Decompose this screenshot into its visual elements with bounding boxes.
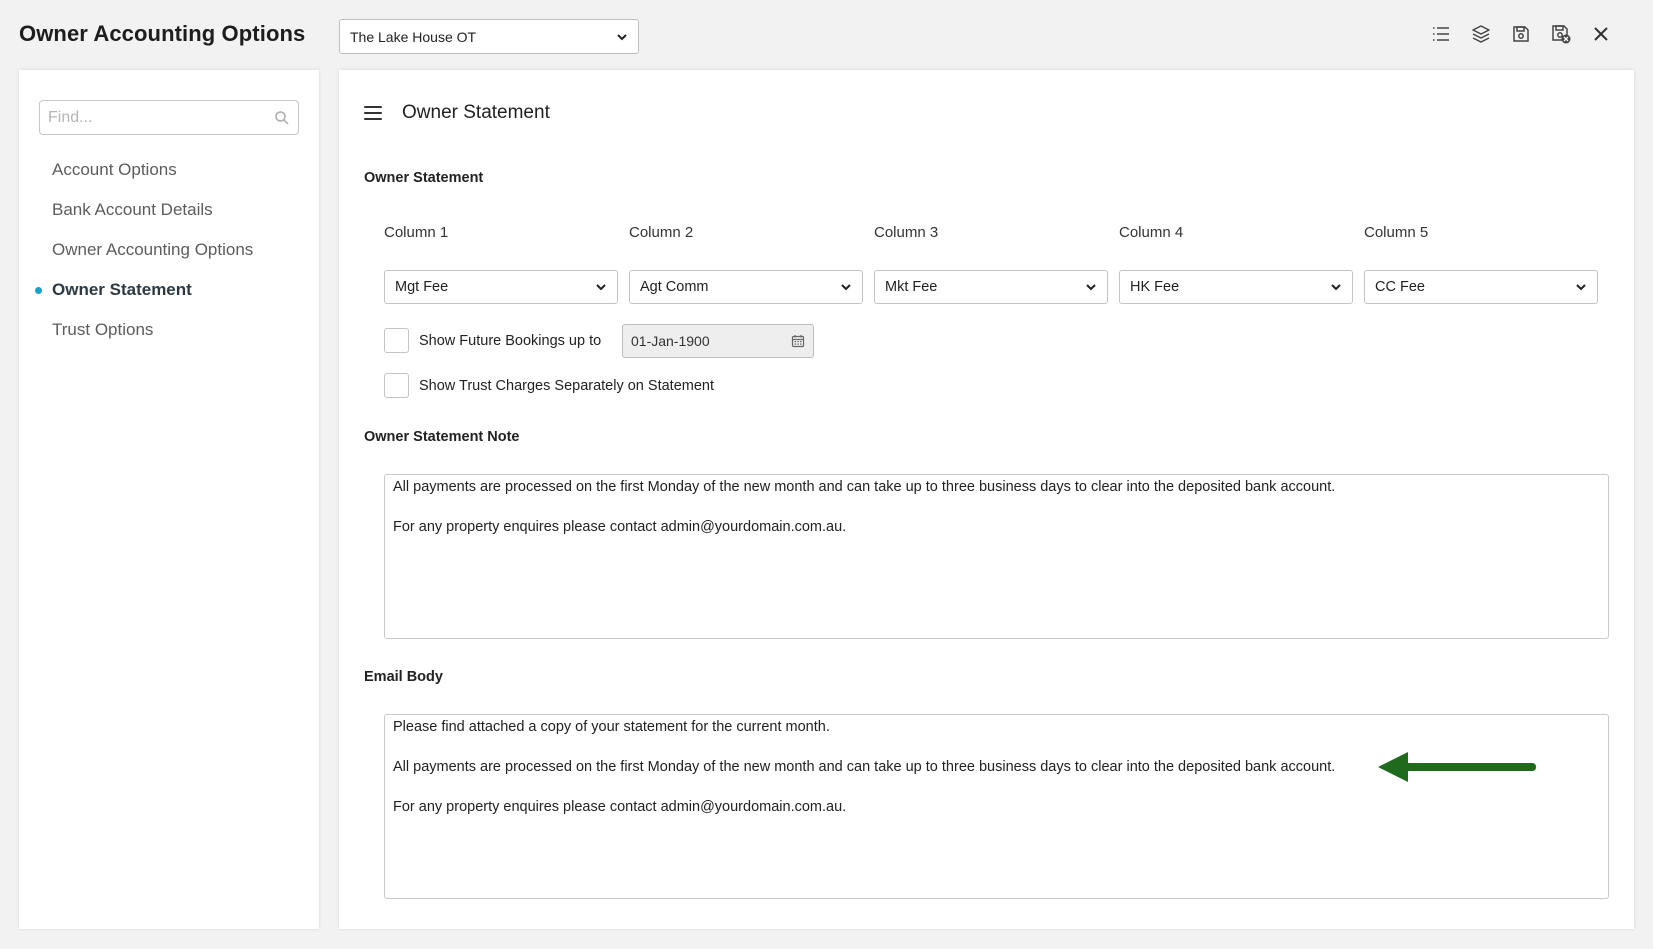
- sidebar-item-owner-accounting-options[interactable]: Owner Accounting Options: [19, 230, 319, 270]
- column-2-select[interactable]: Agt Comm: [629, 270, 863, 304]
- save-icon[interactable]: [1509, 22, 1533, 46]
- future-bookings-checkbox[interactable]: [384, 328, 409, 353]
- chevron-down-icon: [1576, 284, 1586, 291]
- section-label-owner-statement: Owner Statement: [364, 170, 484, 186]
- panel-header: Owner Statement: [364, 102, 550, 124]
- calendar-icon[interactable]: [791, 334, 805, 348]
- chevron-down-icon: [841, 284, 851, 291]
- column-2-label: Column 2: [629, 224, 694, 241]
- sidebar-item-bank-account-details[interactable]: Bank Account Details: [19, 190, 319, 230]
- section-label-email-body: Email Body: [364, 669, 443, 685]
- owner-statement-note-textarea[interactable]: All payments are processed on the first …: [384, 474, 1609, 639]
- future-bookings-date-field[interactable]: 01-Jan-1900: [622, 324, 814, 358]
- page-title: Owner Accounting Options: [19, 21, 306, 46]
- column-3-label: Column 3: [874, 224, 939, 241]
- trust-charges-label: Show Trust Charges Separately on Stateme…: [419, 377, 714, 394]
- panel-title: Owner Statement: [402, 102, 550, 123]
- top-bar: Owner Accounting Options The Lake House …: [0, 0, 1653, 70]
- column-5-select[interactable]: CC Fee: [1364, 270, 1598, 304]
- search-box[interactable]: [39, 100, 299, 135]
- trust-charges-checkbox[interactable]: [384, 373, 409, 398]
- hamburger-menu-icon[interactable]: [364, 104, 382, 122]
- chevron-down-icon: [1331, 284, 1341, 291]
- column-4-value: HK Fee: [1130, 279, 1180, 295]
- column-5-value: CC Fee: [1375, 279, 1425, 295]
- email-line: For any property enquires please contact…: [393, 799, 847, 815]
- section-label-owner-statement-note: Owner Statement Note: [364, 429, 520, 445]
- column-5-label: Column 5: [1364, 224, 1429, 241]
- sidebar-item-owner-statement[interactable]: Owner Statement: [19, 270, 319, 310]
- property-select[interactable]: The Lake House OT: [339, 19, 639, 54]
- layers-icon[interactable]: [1469, 22, 1493, 46]
- search-icon: [275, 110, 289, 125]
- future-bookings-date-value: 01-Jan-1900: [631, 333, 710, 349]
- property-select-value: The Lake House OT: [350, 28, 477, 45]
- chevron-down-icon: [1086, 284, 1096, 291]
- sidebar-item-label: Account Options: [52, 160, 177, 179]
- column-4-select[interactable]: HK Fee: [1119, 270, 1353, 304]
- close-icon[interactable]: [1589, 22, 1613, 46]
- column-3-select[interactable]: Mkt Fee: [874, 270, 1108, 304]
- column-1-select[interactable]: Mgt Fee: [384, 270, 618, 304]
- search-input[interactable]: [48, 108, 274, 127]
- column-1-value: Mgt Fee: [395, 279, 449, 295]
- list-icon[interactable]: [1429, 22, 1453, 46]
- email-body-textarea[interactable]: Please find attached a copy of your stat…: [384, 714, 1609, 899]
- sidebar-item-label: Trust Options: [52, 320, 154, 339]
- column-1-label: Column 1: [384, 224, 449, 241]
- save-close-icon[interactable]: [1549, 22, 1573, 46]
- note-line: All payments are processed on the first …: [393, 479, 1336, 495]
- sidebar-item-label: Owner Statement: [52, 280, 192, 299]
- active-indicator-dot: [35, 287, 42, 294]
- sidebar-item-label: Bank Account Details: [52, 200, 213, 219]
- note-line: For any property enquires please contact…: [393, 519, 847, 535]
- sidebar-item-trust-options[interactable]: Trust Options: [19, 310, 319, 350]
- sidebar: Account Options Bank Account Details Own…: [19, 70, 319, 929]
- column-3-value: Mkt Fee: [885, 279, 938, 295]
- sidebar-nav: Account Options Bank Account Details Own…: [19, 150, 319, 350]
- trust-charges-row: Show Trust Charges Separately on Stateme…: [384, 373, 714, 398]
- main-panel: Owner Statement Owner Statement Column 1…: [339, 70, 1634, 929]
- sidebar-item-account-options[interactable]: Account Options: [19, 150, 319, 190]
- chevron-down-icon: [596, 284, 606, 291]
- future-bookings-row: Show Future Bookings up to: [384, 328, 601, 353]
- future-bookings-label: Show Future Bookings up to: [419, 332, 602, 349]
- column-4-label: Column 4: [1119, 224, 1184, 241]
- column-2-value: Agt Comm: [640, 279, 709, 295]
- chevron-down-icon: [617, 33, 627, 40]
- toolbar: [1429, 22, 1613, 46]
- annotation-arrow-icon: [1378, 752, 1536, 782]
- sidebar-item-label: Owner Accounting Options: [52, 240, 254, 259]
